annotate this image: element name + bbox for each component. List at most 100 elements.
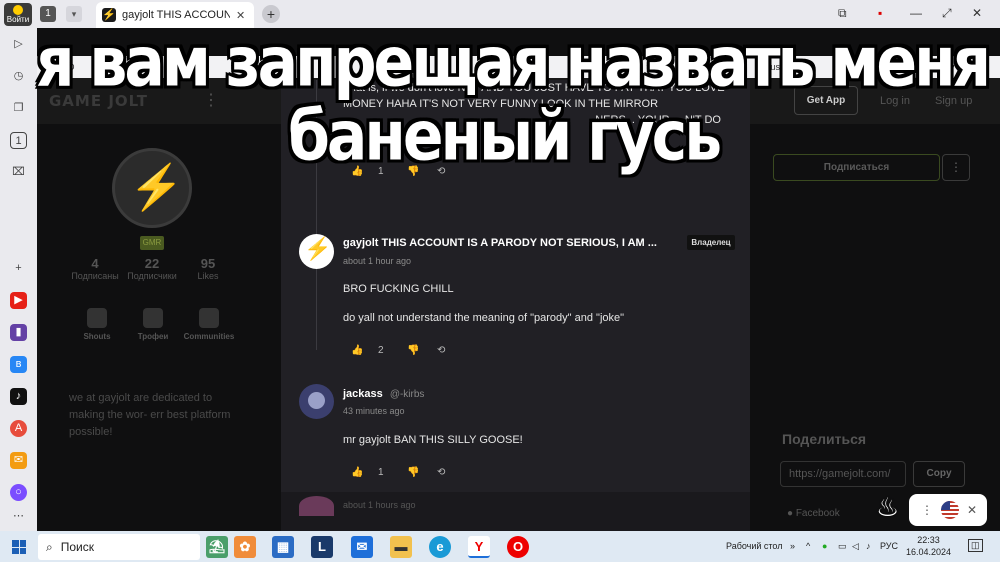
volume-icon[interactable]: ◁ — [852, 541, 859, 552]
close-window-button[interactable]: ✕ — [972, 6, 982, 20]
chevron-down-icon[interactable]: ▾ — [66, 6, 82, 22]
profile-bio: we at gayjolt are dedicated to making th… — [69, 392, 231, 438]
history-icon[interactable]: ◷ — [10, 68, 27, 85]
tab-label: Shouts — [83, 332, 111, 341]
mail-icon[interactable]: ✉ — [351, 536, 373, 558]
comment-line: mr gayjolt BAN THIS SILLY GOOSE! — [343, 434, 523, 446]
comment-line: do yall not understand the meaning of "p… — [343, 312, 625, 324]
play-icon[interactable]: ▷ — [10, 36, 27, 53]
weather-widget-icon[interactable]: ⛱ — [206, 536, 228, 558]
add-icon[interactable]: + — [10, 260, 27, 277]
dislike-icon[interactable]: 👎 — [407, 345, 419, 356]
folder-icon[interactable]: ▬ — [390, 536, 412, 558]
stat-label: Подписчики — [127, 271, 177, 281]
profile-icon — [13, 5, 23, 15]
avatar-face-icon — [308, 392, 325, 409]
tab-collection-icon[interactable]: ⧉ — [838, 6, 847, 21]
minimize-button[interactable]: — — [910, 6, 922, 20]
yandex-browser-icon[interactable]: Y — [468, 536, 490, 558]
close-icon[interactable]: ✕ — [967, 503, 977, 517]
l-app-icon[interactable]: L — [311, 536, 333, 558]
more-vertical-icon[interactable]: ⋮ — [921, 503, 933, 517]
share-url-field[interactable]: https://gamejolt.com/ — [780, 461, 906, 487]
tab-trophies[interactable]: Трофеи — [123, 308, 183, 341]
gamejolt-favicon-icon: ⚡ — [102, 8, 116, 22]
notifications-icon[interactable]: ◫ — [968, 539, 983, 552]
stat-value: 22 — [144, 256, 160, 271]
app-tray-icon[interactable]: ● — [822, 541, 827, 551]
comment-avatar[interactable] — [299, 384, 334, 419]
alice-icon[interactable]: ○ — [10, 484, 27, 501]
facebook-label: Facebook — [795, 508, 840, 519]
like-icon[interactable]: 👍 — [351, 345, 363, 356]
opera-icon[interactable]: O — [507, 536, 529, 558]
tiktok-icon[interactable]: ♪ — [10, 388, 27, 405]
speaker-icon[interactable]: ♪ — [866, 541, 871, 551]
search-icon: ⌕ — [46, 539, 53, 554]
store-icon[interactable]: ▦ — [272, 536, 294, 558]
dislike-icon[interactable]: 👎 — [407, 467, 419, 478]
vk-icon[interactable]: в — [10, 356, 27, 373]
comment-line: BRO FUCKING CHILL — [343, 283, 454, 295]
trophy-icon — [143, 308, 163, 328]
gmr-badge: GMR — [140, 236, 164, 250]
subscribe-button[interactable]: Подписаться — [773, 154, 940, 181]
taskbar-clock[interactable]: 22:33 16.04.2024 — [906, 534, 951, 558]
lightning-icon: ⚡ — [129, 163, 184, 212]
comment-time: about 1 hour ago — [343, 256, 412, 266]
more-icon[interactable]: ⋯ — [10, 508, 27, 525]
comment-avatar[interactable]: ⚡ — [299, 234, 334, 269]
more-vertical-icon[interactable]: ⋮ — [942, 154, 970, 181]
author-handle: @-kirbs — [389, 389, 425, 400]
comment-time: 43 minutes ago — [343, 406, 405, 416]
tab-one-icon[interactable]: 1 — [10, 132, 27, 149]
comment-avatar[interactable] — [299, 496, 334, 516]
taskbar-search[interactable]: ⌕ Поиск — [38, 534, 200, 560]
collections-icon[interactable]: ❐ — [10, 100, 27, 117]
like-count: 1 — [378, 467, 384, 478]
translate-icon[interactable]: A — [10, 420, 27, 437]
stat-value: 4 — [91, 256, 99, 271]
tab-close-icon[interactable]: ✕ — [236, 9, 245, 22]
chevron-icon[interactable]: » — [790, 541, 795, 551]
comment-author[interactable]: gayjolt THIS ACCOUNT IS A PARODY NOT SER… — [343, 237, 657, 249]
tab-counter[interactable]: 1 — [40, 6, 56, 22]
translate-popup: ⋮ ✕ — [909, 494, 987, 526]
notification-icon[interactable]: ▪ — [878, 6, 882, 20]
tab-label: Communities — [183, 332, 235, 341]
desktop-label[interactable]: Рабочий стол — [726, 541, 783, 551]
browser-login-button[interactable]: Войти — [4, 3, 32, 26]
stat-likes[interactable]: 95 Likes — [178, 256, 238, 281]
us-flag-icon[interactable] — [941, 501, 959, 519]
reply-icon[interactable]: ⟲ — [437, 345, 445, 356]
lightning-icon: ⚡ — [304, 236, 332, 261]
stat-value: 95 — [200, 256, 216, 271]
mail-icon[interactable]: ✉ — [10, 452, 27, 469]
restore-button[interactable]: ⤢ — [942, 6, 952, 21]
windows-start-icon[interactable] — [12, 540, 26, 554]
stat-following[interactable]: 4 Подписаны — [65, 256, 125, 281]
screenshot-icon[interactable]: ⌧ — [10, 164, 27, 181]
like-icon[interactable]: 👍 — [351, 467, 363, 478]
reply-icon[interactable]: ⟲ — [437, 467, 445, 478]
copy-button[interactable]: Copy — [913, 461, 965, 487]
edge-icon[interactable]: e — [429, 536, 451, 558]
twitch-icon[interactable]: ▮ — [10, 324, 27, 341]
tab-communities[interactable]: Communities — [179, 308, 239, 341]
search-label: Поиск — [60, 540, 94, 554]
stat-followers[interactable]: 22 Подписчики — [122, 256, 182, 281]
youtube-icon[interactable]: ▶ — [10, 292, 27, 309]
comment-time: about 1 hours ago — [343, 500, 416, 510]
widget-icon[interactable]: ✿ — [234, 536, 256, 558]
browser-login-label: Войти — [6, 15, 30, 24]
tab-label: Трофеи — [137, 332, 169, 341]
fire-mascot-icon[interactable]: ♨ — [876, 492, 906, 526]
language-indicator[interactable]: РУС — [880, 541, 898, 551]
facebook-share-link[interactable]: ● Facebook — [787, 508, 840, 519]
comment-author[interactable]: jackass @-kirbs — [343, 388, 424, 400]
new-tab-button[interactable]: + — [262, 5, 280, 23]
tab-shouts[interactable]: Shouts — [67, 308, 127, 341]
network-icon[interactable]: ▭ — [838, 541, 847, 552]
chevron-up-icon[interactable]: ^ — [806, 541, 810, 551]
profile-avatar[interactable]: ⚡ — [112, 148, 192, 228]
